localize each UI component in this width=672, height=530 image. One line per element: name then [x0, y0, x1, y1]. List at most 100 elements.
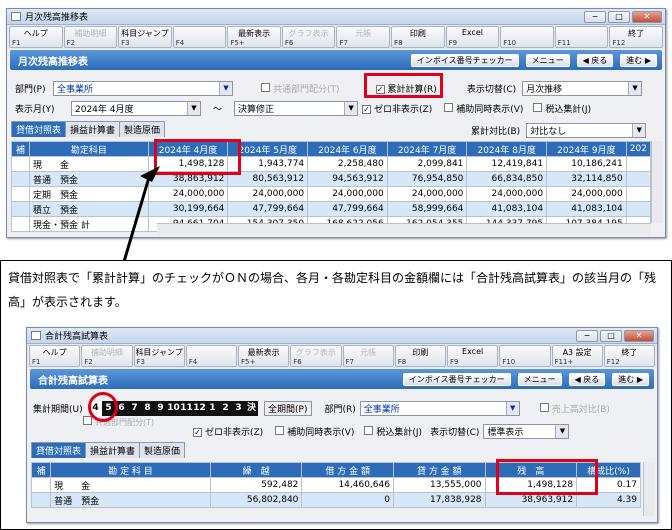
close-button[interactable]: ✕ [624, 329, 654, 342]
period-row: 集計期間(U) 4 5 6 7 8 9 10 11 12 1 2 3 決 全期間(P) 部門(R) 全事… [33, 401, 610, 416]
fkey-number: F10 [502, 358, 516, 366]
hyoji-select[interactable]: 標準表示 ▼ [483, 424, 570, 439]
fkey-label: 補助明細 [90, 348, 123, 357]
period-month[interactable]: 3 [232, 401, 245, 416]
chevron-down-icon: ▼ [505, 402, 519, 415]
fkey-f11plus[interactable]: A3 設定 F11+ [551, 345, 603, 367]
dept-select[interactable]: 全事業所 ▼ [359, 401, 520, 416]
column-header[interactable]: 貸 方 金 額 [392, 462, 486, 478]
menu-button[interactable]: メニュー [517, 372, 562, 386]
vertical-scrollbar[interactable] [643, 462, 655, 516]
tab-bar: 貸借対照表 損益計算書 製造原価 [31, 442, 186, 458]
uriage-checkbox[interactable]: 売上高対比(B) [539, 402, 610, 415]
fkey-number: F11+ [554, 358, 574, 366]
period-label: 集計期間(U) [33, 405, 83, 415]
zero-label: ゼロ非表示(Z) [205, 428, 264, 438]
period-month[interactable]: 8 [141, 401, 154, 416]
fkey-label: グラフ表示 [295, 348, 336, 357]
fkey-f7[interactable]: 元帳 F7 [342, 345, 394, 367]
dept-label: 部門(R) [324, 405, 356, 415]
minimize-button[interactable]: − [576, 329, 598, 342]
fkey-f8[interactable]: 印刷 F8 [394, 345, 446, 367]
amount-cell: 592,482 [209, 477, 303, 493]
amount-cell: 14,460,646 [301, 477, 394, 493]
fkey-f4[interactable]: F4 [185, 345, 237, 367]
tab-mfg[interactable]: 製造原価 [139, 442, 186, 458]
fkey-number: F4 [188, 358, 198, 366]
amount-cell: 13,555,000 [392, 477, 486, 493]
fkey-number: F5+ [241, 358, 256, 366]
dept-value: 全事業所 [363, 405, 400, 415]
fkey-number: F8 [397, 358, 407, 366]
highlight-balance-column [496, 459, 598, 495]
fkey-f3[interactable]: 科目ジャンプ F3 [133, 345, 185, 367]
chevron-down-icon: ▼ [555, 425, 569, 438]
period-month[interactable]: 7 [128, 401, 141, 416]
fkey-label: 終了 [621, 348, 638, 357]
hyoji-label: 表示切替(C) [430, 428, 480, 438]
zero-checkbox[interactable]: ✓ ゼロ非表示(Z) [193, 425, 263, 438]
column-header[interactable]: 補 [30, 462, 52, 478]
fkey-f6[interactable]: グラフ表示 F6 [290, 345, 342, 367]
maximize-button[interactable]: □ [600, 329, 622, 342]
fkey-label: 科目ジャンプ [135, 348, 183, 357]
fkey-label: ヘルプ [42, 348, 67, 357]
period-month[interactable]: 2 [219, 401, 232, 416]
checkbox-icon [275, 426, 285, 435]
forward-button[interactable]: 進む ▶ [612, 372, 649, 386]
period-month[interactable]: 12 [193, 401, 206, 416]
fkey-number: F2 [84, 358, 93, 366]
period-month[interactable]: 9 [154, 401, 167, 416]
fkey-number: F7 [345, 358, 354, 366]
checkbox-icon [364, 426, 374, 435]
fkey-number: F1 [32, 358, 41, 366]
period-month[interactable]: 決 [245, 401, 258, 416]
zeikomi-label: 税込集計(J) [376, 428, 423, 438]
fkey-number: F9 [450, 358, 459, 366]
account-name-cell: 普通 預金 [50, 492, 211, 508]
fkey-f2[interactable]: 補助明細 F2 [81, 345, 133, 367]
screen-title: 合計残高試算表 [38, 375, 108, 387]
amount-cell: 0 [301, 492, 394, 508]
option-row: 共通部門配分(T) ✓ ゼロ非表示(Z) 補助同時表示(V) 税込集計(J) 表示… [83, 416, 570, 439]
amount-cell: 17,838,928 [392, 492, 486, 508]
hojo-label: 補助同時表示(V) [287, 428, 355, 438]
check-icon: ✓ [193, 428, 202, 437]
period-month[interactable]: 11 [180, 401, 193, 416]
tab-bs[interactable]: 貸借対照表 [31, 442, 87, 458]
column-header[interactable]: 借 方 金 額 [301, 462, 394, 478]
column-header[interactable]: 繰 越 [209, 462, 303, 478]
flag-cell [30, 477, 52, 493]
function-key-bar: ヘルプ F1 補助明細 F2 科目ジャンプ F3 F4 最新表示 F5+ グラフ表示 F6 元帳 F7 印… [27, 344, 657, 368]
fkey-f10[interactable]: F10 [499, 345, 551, 367]
period-month[interactable]: 10 [167, 401, 180, 416]
fkey-label: 最新表示 [247, 348, 280, 357]
highlight-period-april [88, 392, 118, 422]
window-title: 合計残高試算表 [45, 332, 109, 342]
fkey-number: F3 [136, 358, 145, 366]
uriage-label: 売上高対比(B) [551, 405, 610, 415]
all-period-label: 全期間(P) [268, 405, 308, 415]
checkbox-icon [539, 403, 549, 412]
fkey-f12[interactable]: 終了 F12 [603, 345, 655, 367]
all-period-button[interactable]: 全期間(P) [264, 401, 313, 416]
title-bar: 合計残高試算表 − □ ✕ [27, 328, 657, 344]
tab-pl[interactable]: 損益計算書 [85, 442, 141, 458]
fkey-label: A3 設定 [562, 348, 592, 357]
flag-cell [30, 492, 52, 508]
fkey-f1[interactable]: ヘルプ F1 [29, 345, 81, 367]
invoice-checker-button[interactable]: インボイス番号チェッカー [402, 372, 511, 386]
fkey-label: 元帳 [360, 348, 377, 357]
hojo-checkbox[interactable]: 補助同時表示(V) [275, 425, 354, 438]
fkey-f9[interactable]: Excel F9 [447, 345, 499, 367]
zeikomi-checkbox[interactable]: 税込集計(J) [364, 425, 422, 438]
period-month[interactable]: 1 [206, 401, 219, 416]
fkey-label: 印刷 [412, 348, 429, 357]
back-button[interactable]: ◀ 戻る [568, 372, 606, 386]
amount-cell: 56,802,840 [209, 492, 303, 508]
explanation-note: 貸借対照表で「累計計算」のチェックがＯＮの場合、各月・各勘定科目の金額欄には「合… [8, 271, 657, 309]
fkey-number: F12 [606, 358, 620, 366]
fkey-number: F6 [293, 358, 302, 366]
column-header[interactable]: 勘 定 科 目 [50, 462, 211, 478]
fkey-f5plus[interactable]: 最新表示 F5+ [238, 345, 290, 367]
